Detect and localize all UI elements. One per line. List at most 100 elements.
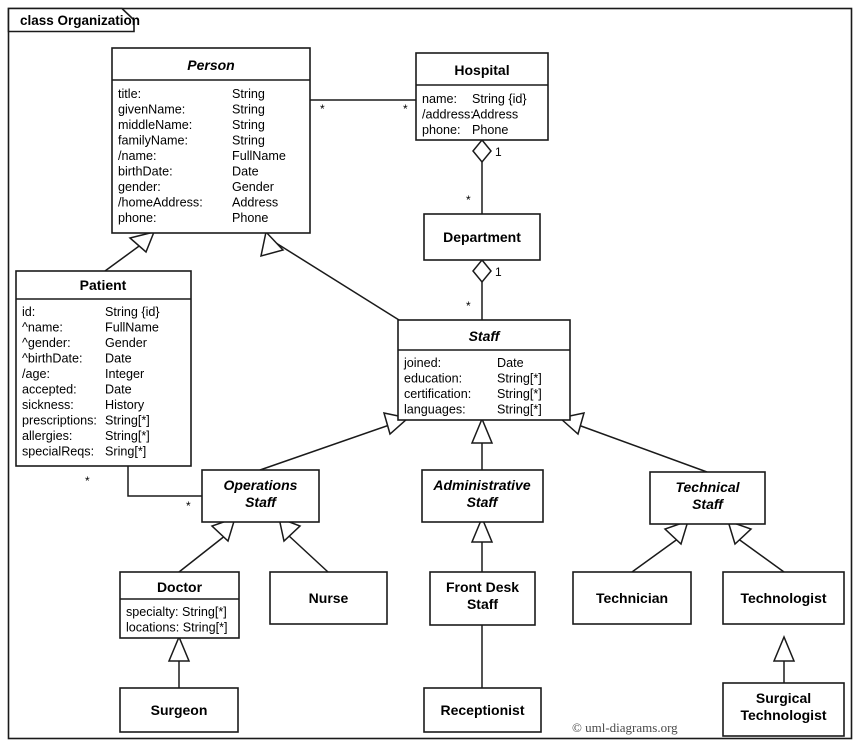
class-box-department[interactable]: Department (423, 213, 541, 261)
uml-class-diagram: class Organization * * 1 * 1 * * * Perso… (0, 0, 860, 747)
attr-type: String[*] (497, 403, 542, 417)
attr-name: title: (118, 87, 141, 101)
attr-name: familyName: (118, 134, 188, 148)
class-box-administrative-staff[interactable]: Administrative Staff (421, 469, 544, 523)
class-name-hospital: Hospital (454, 62, 509, 78)
attr-name: phone: (422, 123, 461, 137)
class-name-operations-staff-line1: Operations (224, 477, 298, 493)
attr-type: FullName (232, 149, 286, 163)
attr-name: prescriptions: (22, 414, 97, 428)
attr-name: ^name: (22, 321, 63, 335)
attr-type: Gender (105, 336, 147, 350)
class-name-front-desk-staff-line1: Front Desk (446, 579, 519, 595)
class-name-administrative-staff-line2: Staff (467, 494, 499, 510)
class-name-technical-staff-line2: Staff (692, 496, 724, 512)
mult-hospital-department-department-end: * (466, 193, 471, 207)
gen-technical-staff (569, 421, 708, 473)
attr-name: joined: (403, 356, 441, 370)
class-box-hospital[interactable]: Hospital name: String {id} /address: Add… (415, 52, 549, 141)
attr-name: specialReqs: (22, 445, 94, 459)
class-name-operations-staff-line2: Staff (245, 494, 277, 510)
attr-type: FullName (105, 321, 159, 335)
gen-arrowhead-administrative-staff (470, 417, 494, 444)
attr-type: String[*] (105, 429, 150, 443)
aggregation-diamond-hospital (472, 138, 492, 164)
class-name-technical-staff-line1: Technical (675, 479, 740, 495)
gen-arrowhead-surgicaltech-technologist (772, 635, 796, 662)
attr-name: /homeAddress: (118, 196, 203, 210)
class-box-operations-staff[interactable]: Operations Staff (201, 469, 320, 523)
class-name-doctor: Doctor (157, 579, 203, 595)
attr-type: History (105, 398, 145, 412)
class-name-patient: Patient (80, 277, 127, 293)
gen-staff-person (275, 242, 400, 321)
class-name-surgical-technologist-line1: Surgical (756, 690, 811, 706)
attr-name: education: (404, 372, 462, 386)
attr-name: gender: (118, 180, 161, 194)
attr-name: /address: (422, 108, 474, 122)
class-box-receptionist[interactable]: Receptionist (423, 687, 542, 733)
class-box-patient[interactable]: Patient id: String {id} ^name: FullName … (15, 270, 192, 467)
class-name-staff: Staff (469, 328, 501, 344)
class-name-technician: Technician (596, 590, 668, 606)
class-box-surgeon[interactable]: Surgeon (119, 687, 239, 733)
attr-name: sickness: (22, 398, 74, 412)
mult-person-hospital-person-end: * (320, 102, 325, 116)
attr-type: String[*] (497, 372, 542, 386)
aggregation-diamond-department (472, 258, 492, 284)
class-name-administrative-staff-line1: Administrative (432, 477, 530, 493)
class-name-technologist: Technologist (740, 590, 826, 606)
class-box-front-desk-staff[interactable]: Front Desk Staff (429, 571, 536, 626)
attr-name: birthDate: (118, 165, 173, 179)
attr-name: specialty: String[*] (126, 605, 227, 619)
class-box-technologist[interactable]: Technologist (722, 571, 845, 625)
gen-arrowhead-surgeon-doctor (167, 635, 191, 662)
mult-person-hospital-hospital-end: * (403, 102, 408, 116)
attr-type: String (232, 134, 265, 148)
gen-arrowhead-patient-person (128, 230, 156, 254)
attr-type: Phone (232, 211, 268, 225)
class-box-technical-staff[interactable]: Technical Staff (649, 471, 766, 525)
gen-doctor-operations (178, 534, 227, 573)
class-box-technician[interactable]: Technician (572, 571, 692, 625)
mult-hospital-department-hospital-end: 1 (495, 145, 502, 159)
class-name-person: Person (187, 57, 234, 73)
attr-type: String[*] (497, 387, 542, 401)
attr-type: Address (232, 196, 278, 210)
gen-technician-technical (631, 537, 680, 573)
mult-patient-operations-patient-end: * (85, 474, 90, 488)
attr-name: languages: (404, 403, 466, 417)
attr-name: locations: String[*] (126, 621, 228, 635)
mult-department-staff-department-end: 1 (495, 265, 502, 279)
class-box-staff[interactable]: Staff joined: Date education: String[*] … (397, 319, 571, 421)
attr-type: String {id} (105, 305, 160, 319)
class-box-doctor[interactable]: Doctor specialty: String[*] locations: S… (119, 571, 240, 639)
class-box-surgical-technologist[interactable]: Surgical Technologist (722, 682, 845, 737)
gen-nurse-operations (287, 534, 329, 573)
attr-type: String (232, 103, 265, 117)
class-box-person[interactable]: Person title: String givenName: String m… (111, 47, 311, 234)
attr-name: middleName: (118, 118, 192, 132)
class-name-front-desk-staff-line2: Staff (467, 596, 498, 612)
attr-type: String (232, 87, 265, 101)
attr-type: Date (105, 383, 132, 397)
class-name-nurse: Nurse (309, 590, 349, 606)
attr-type: Date (232, 165, 259, 179)
attr-type: Sring[*] (105, 445, 146, 459)
watermark-label: © uml-diagrams.org (572, 720, 678, 735)
mult-patient-operations-operations-end: * (186, 499, 191, 513)
attr-type: Date (497, 356, 524, 370)
gen-arrowhead-staff-person (260, 230, 285, 258)
gen-technologist-technical (736, 537, 785, 573)
attr-name: name: (422, 92, 457, 106)
attr-type: Integer (105, 367, 144, 381)
class-name-receptionist: Receptionist (440, 702, 524, 718)
class-name-surgeon: Surgeon (151, 702, 208, 718)
class-box-nurse[interactable]: Nurse (269, 571, 388, 625)
attr-name: accepted: (22, 383, 77, 397)
assoc-patient-operations (127, 466, 202, 497)
attr-type: Gender (232, 180, 274, 194)
class-name-department: Department (443, 229, 521, 245)
attr-name: /name: (118, 149, 157, 163)
attr-name: /age: (22, 367, 50, 381)
